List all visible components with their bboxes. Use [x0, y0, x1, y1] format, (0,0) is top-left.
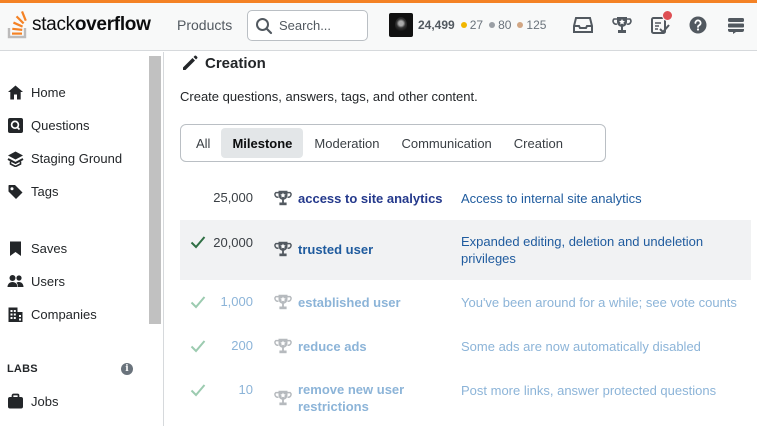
- tag-icon: [8, 184, 23, 199]
- reputation: 24,499: [418, 18, 455, 32]
- sidebar-item-label: Tags: [31, 183, 59, 199]
- sidebar-item-companies[interactable]: Companies: [7, 304, 97, 324]
- privilege-row[interactable]: 25,000 access to site analytics Access t…: [180, 180, 751, 214]
- sidebar-item-questions[interactable]: Questions: [7, 115, 90, 135]
- logo-text: stackoverflow: [32, 14, 151, 36]
- companies-icon: [8, 307, 23, 322]
- privilege-description: Post more links, answer protected questi…: [461, 383, 717, 398]
- privilege-description: Expanded editing, deletion and undeletio…: [461, 234, 704, 266]
- tab-communication[interactable]: Communication: [390, 128, 502, 158]
- privilege-row[interactable]: 1,000 established user You've been aroun…: [180, 288, 751, 318]
- sidebar-item-users[interactable]: Users: [7, 271, 65, 291]
- privilege-reputation: 10: [238, 382, 253, 397]
- review-queue-icon[interactable]: [649, 10, 673, 36]
- sidebar-item-label: Questions: [31, 117, 90, 133]
- tab-creation[interactable]: Creation: [503, 128, 574, 158]
- page-title: Creation: [181, 55, 266, 72]
- sidebar-item-label: Companies: [31, 306, 97, 322]
- gold-badge-count: 27: [469, 18, 484, 32]
- bronze-badge-count: 125: [526, 18, 547, 32]
- achievements-icon[interactable]: [611, 14, 633, 36]
- privilege-name[interactable]: established user: [298, 294, 448, 311]
- privilege-row[interactable]: 20,000 trusted user Expanded editing, de…: [180, 220, 751, 280]
- trophy-icon: [274, 190, 292, 206]
- gold-badge-icon: [460, 21, 467, 28]
- privilege-name[interactable]: access to site analytics: [298, 190, 448, 207]
- privilege-row[interactable]: 10 remove new user restrictions Post mor…: [180, 376, 751, 420]
- sidebar-item-label: Home: [31, 84, 66, 100]
- notification-dot: [662, 10, 673, 21]
- sidebar-item-label: Jobs: [31, 393, 59, 409]
- privilege-description: You've been around for a while; see vote…: [461, 295, 737, 310]
- users-icon: [7, 274, 24, 287]
- page-title-text: Creation: [205, 55, 266, 72]
- tab-all[interactable]: All: [185, 128, 221, 158]
- privilege-description: Some ads are now automatically disabled: [461, 339, 701, 354]
- logo-text-bold: overflow: [74, 14, 151, 35]
- silver-badge-icon: [489, 21, 496, 28]
- briefcase-icon: [8, 393, 23, 408]
- sidebar-item-staging-ground[interactable]: Staging Ground: [7, 148, 122, 168]
- privilege-description: Access to internal site analytics: [461, 191, 642, 206]
- avatar[interactable]: [389, 13, 413, 37]
- sidebar-item-home[interactable]: Home: [7, 82, 66, 102]
- privilege-row[interactable]: 200 reduce ads Some ads are now automati…: [180, 332, 751, 362]
- sidebar-item-saves[interactable]: Saves: [7, 238, 67, 258]
- privilege-reputation: 25,000: [213, 190, 253, 205]
- sidebar-item-label: Saves: [31, 240, 68, 256]
- site-logo[interactable]: stackoverflow: [7, 10, 151, 40]
- search-box[interactable]: [247, 10, 368, 41]
- tab-moderation[interactable]: Moderation: [303, 128, 390, 158]
- page-description: Create questions, answers, tags, and oth…: [180, 89, 478, 104]
- privilege-name[interactable]: remove new user restrictions: [298, 381, 428, 415]
- privilege-name[interactable]: trusted user: [298, 241, 448, 258]
- privilege-reputation: 20,000: [213, 235, 253, 250]
- labs-heading: LABS: [7, 363, 38, 375]
- tab-milestone[interactable]: Milestone: [221, 128, 304, 158]
- questions-icon: [8, 117, 23, 133]
- main-content: Creation Create questions, answers, tags…: [164, 52, 757, 426]
- sidebar-item-jobs[interactable]: Jobs: [7, 391, 58, 411]
- trophy-icon: [274, 241, 292, 257]
- top-bar: stackoverflow Products 24,499 27 80 125: [0, 0, 757, 51]
- privilege-reputation: 200: [231, 338, 253, 353]
- staging-ground-icon: [7, 151, 24, 167]
- home-icon: [8, 85, 23, 99]
- info-icon[interactable]: i: [121, 363, 133, 375]
- search-icon: [256, 17, 273, 34]
- privilege-reputation: 1,000: [220, 294, 253, 309]
- sidebar-item-label: Users: [31, 273, 65, 289]
- inbox-icon[interactable]: [572, 14, 594, 36]
- logo-text-light: stack: [32, 14, 75, 35]
- stack-logo-icon: [7, 11, 27, 39]
- sidebar-scrollbar[interactable]: [149, 56, 161, 324]
- silver-badge-count: 80: [498, 18, 512, 32]
- trophy-icon: [274, 390, 292, 406]
- bronze-badge-icon: [517, 21, 524, 28]
- sidebar-item-tags[interactable]: Tags: [7, 181, 58, 201]
- user-card[interactable]: 24,499 27 80 125: [389, 13, 546, 37]
- privilege-filter-tabs: All Milestone Moderation Communication C…: [180, 124, 606, 162]
- search-input[interactable]: [279, 18, 359, 33]
- help-icon[interactable]: [687, 14, 709, 36]
- bookmark-icon: [10, 241, 21, 256]
- trophy-icon: [274, 294, 292, 310]
- trophy-icon: [274, 338, 292, 354]
- privilege-name[interactable]: reduce ads: [298, 338, 448, 355]
- pencil-icon: [183, 55, 198, 70]
- left-sidebar: Home Questions Staging Ground Tags Saves…: [0, 52, 164, 426]
- site-switcher-icon[interactable]: [725, 14, 747, 36]
- sidebar-item-label: Staging Ground: [31, 150, 123, 166]
- products-link[interactable]: Products: [177, 17, 232, 33]
